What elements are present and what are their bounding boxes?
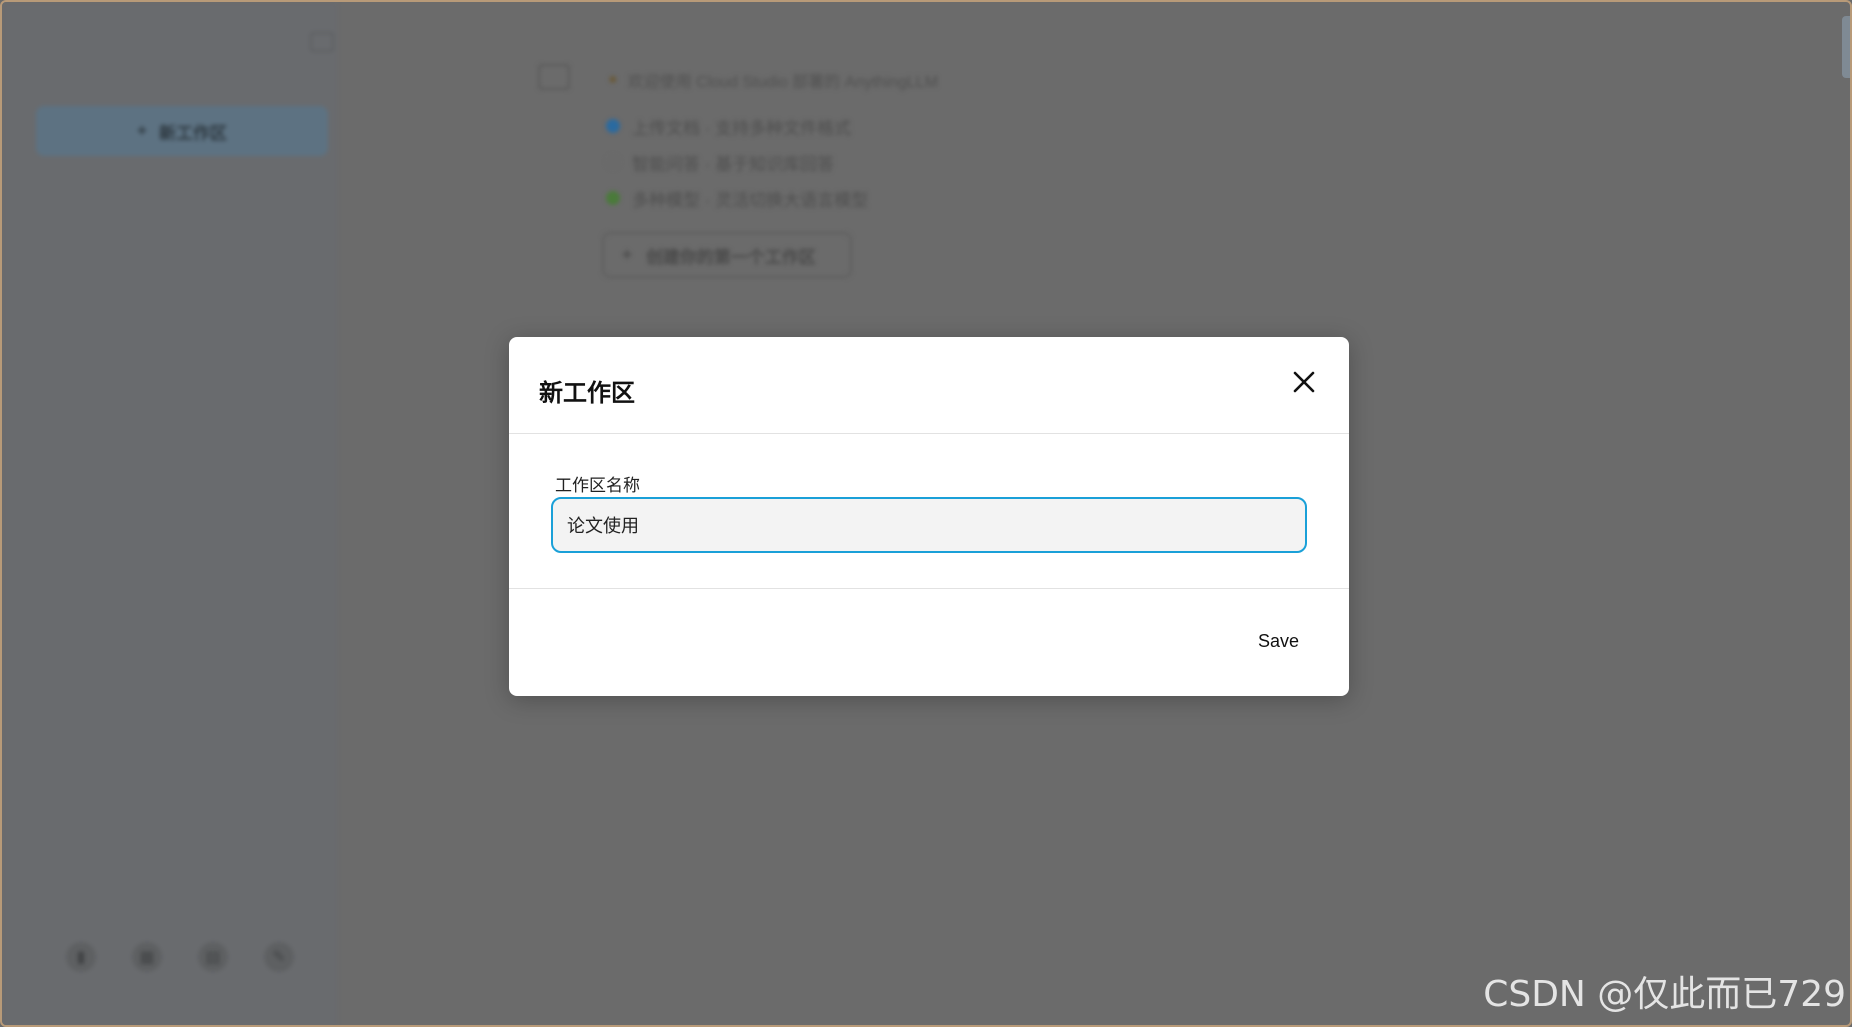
- modal-body: 工作区名称: [509, 434, 1349, 589]
- save-button[interactable]: Save: [1258, 631, 1299, 652]
- upload-icon: [606, 119, 620, 133]
- modal-title: 新工作区: [539, 380, 635, 407]
- workspace-name-input[interactable]: [551, 497, 1307, 553]
- modal-footer: Save: [509, 589, 1349, 695]
- info-icon: ●: [608, 71, 618, 88]
- new-workspace-label: 新工作区: [158, 123, 227, 143]
- sidebar-toggle-icon[interactable]: [310, 32, 334, 52]
- sidebar-footer: ▮ ▦ ▤ ✎: [66, 942, 294, 972]
- create-first-workspace-button[interactable]: + 创建你的第一个工作区: [602, 232, 852, 278]
- model-icon: [606, 191, 620, 205]
- chat-icon[interactable]: ▤: [198, 942, 228, 972]
- wrench-icon[interactable]: ✎: [264, 942, 294, 972]
- watermark: CSDN @仅此而已729: [1483, 974, 1846, 1015]
- list-item: 多种模型 · 灵活切换大语言模型: [606, 180, 868, 216]
- close-icon: [1293, 371, 1315, 393]
- announcement: ● 欢迎使用 Cloud Studio 部署的 AnythingLLM: [608, 68, 938, 92]
- plus-icon: +: [622, 245, 632, 264]
- book-icon[interactable]: ▮: [66, 942, 96, 972]
- list-item: 智能问答 · 基于知识库回答: [606, 144, 868, 180]
- feature-label: 智能问答 · 基于知识库回答: [632, 154, 835, 174]
- app-window: + 新工作区 ▮ ▦ ▤ ✎ ● 欢迎使用 Cloud Studio 部署的 A…: [0, 0, 1852, 1027]
- modal-header: 新工作区: [509, 337, 1349, 434]
- sidebar: + 新工作区 ▮ ▦ ▤ ✎: [2, 2, 338, 1025]
- feature-list: 上传文档 · 支持多种文件格式 智能问答 · 基于知识库回答 多种模型 · 灵活…: [606, 108, 868, 216]
- list-item: 上传文档 · 支持多种文件格式: [606, 108, 868, 144]
- workspace-name-label: 工作区名称: [555, 476, 640, 495]
- feature-label: 多种模型 · 灵活切换大语言模型: [632, 190, 869, 210]
- create-first-label: 创建你的第一个工作区: [645, 247, 816, 267]
- feature-label: 上传文档 · 支持多种文件格式: [632, 118, 852, 138]
- new-workspace-modal: 新工作区 工作区名称 Save: [509, 337, 1349, 696]
- grid-icon[interactable]: ▦: [132, 942, 162, 972]
- close-button[interactable]: [1287, 365, 1321, 399]
- announcement-text: 欢迎使用 Cloud Studio 部署的 AnythingLLM: [627, 74, 939, 91]
- sidebar-collapse-icon[interactable]: [538, 64, 570, 90]
- scrollbar-handle[interactable]: [1842, 16, 1850, 78]
- chat-bubble-icon: [606, 155, 620, 169]
- plus-icon: +: [137, 121, 147, 140]
- new-workspace-button[interactable]: + 新工作区: [36, 106, 328, 156]
